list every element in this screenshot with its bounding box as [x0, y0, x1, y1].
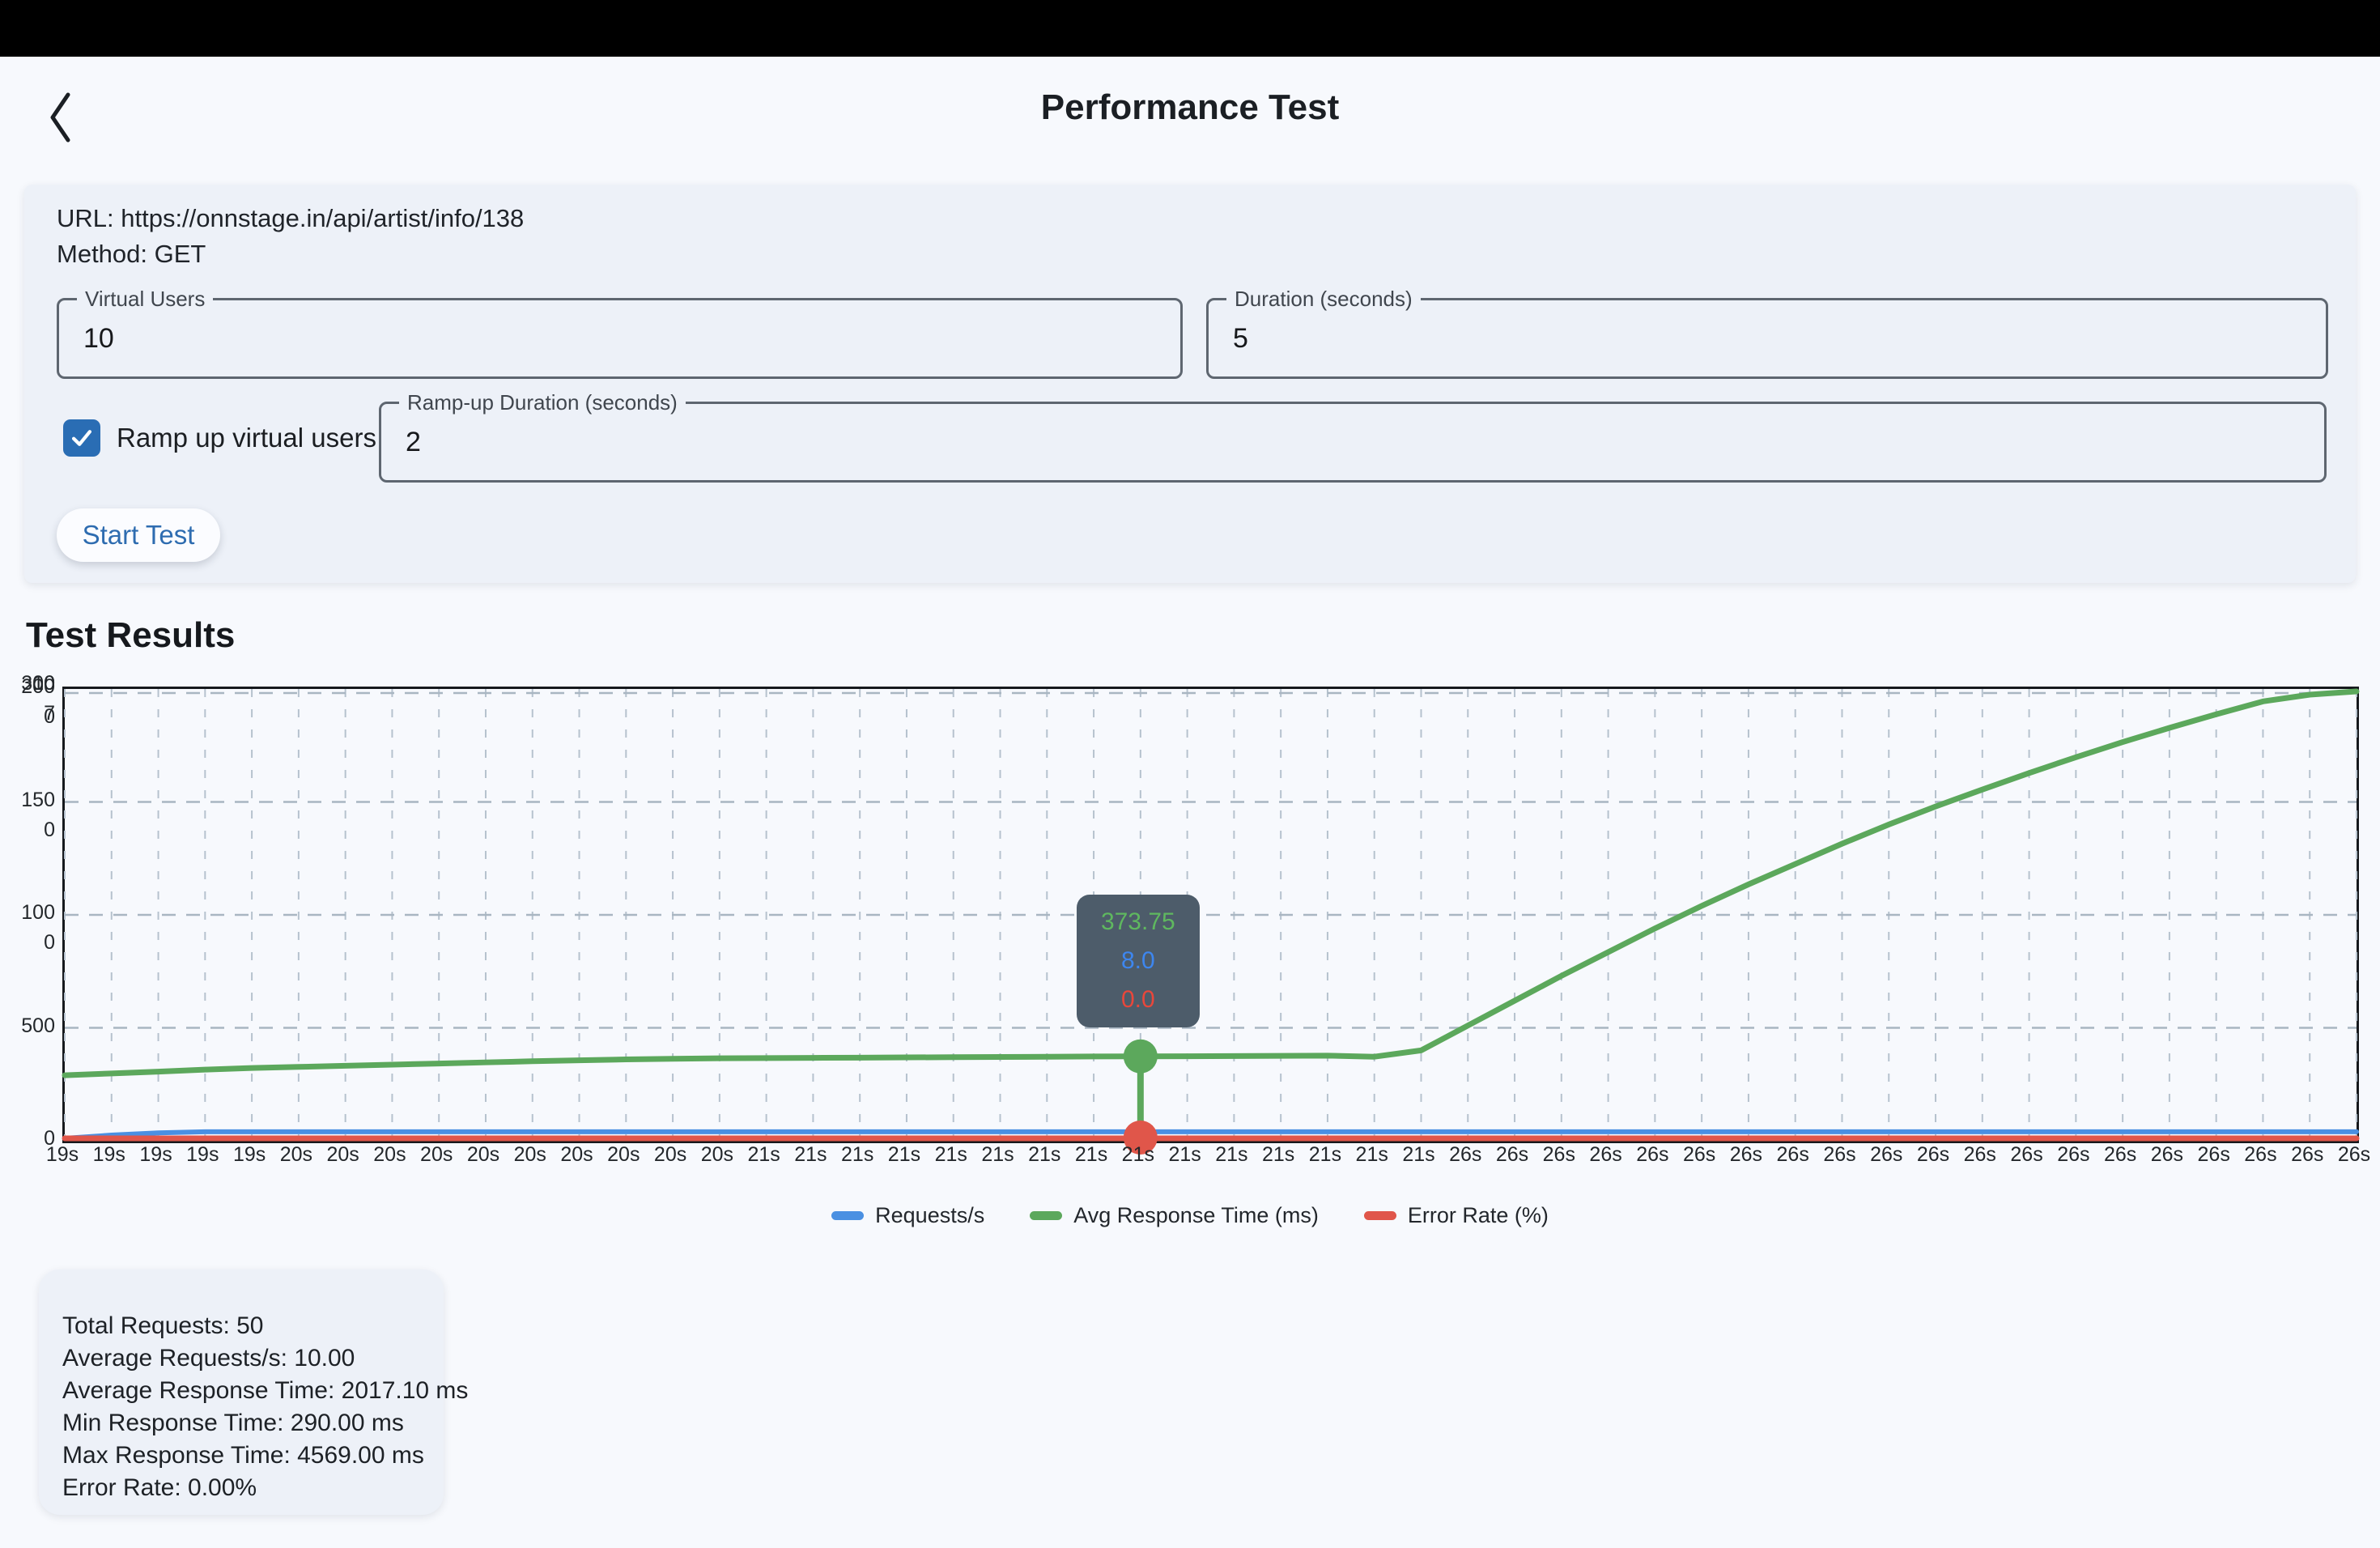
summary-line: Max Response Time: 4569.00 ms — [62, 1440, 421, 1472]
tooltip-value: 373.75 — [1101, 908, 1175, 936]
duration-label: Duration (seconds) — [1226, 287, 1421, 312]
start-test-button[interactable]: Start Test — [57, 508, 220, 562]
ramp-up-checkbox-label[interactable]: Ramp up virtual users — [117, 419, 376, 457]
performance-test-screen: Performance Test URL: https://onnstage.i… — [0, 0, 2380, 1548]
test-config-card: URL: https://onnstage.in/api/artist/info… — [24, 185, 2356, 583]
duration-value: 5 — [1233, 300, 1248, 376]
ramp-up-checkbox[interactable] — [63, 419, 100, 457]
chart-x-axis: 19s19s19s19s19s20s20s20s20s20s20s20s20s2… — [62, 1143, 2354, 1171]
y-axis-tick: 1500 — [0, 785, 55, 845]
url-text: URL: https://onnstage.in/api/artist/info… — [57, 204, 524, 233]
y-axis-tick: 500 — [0, 1011, 55, 1041]
summary-line: Min Response Time: 290.00 ms — [62, 1407, 421, 1440]
performance-chart[interactable] — [62, 687, 2359, 1143]
chart-legend: Requests/s Avg Response Time (ms) Error Ra… — [0, 1203, 2380, 1228]
legend-item: Error Rate (%) — [1364, 1203, 1549, 1228]
legend-swatch — [831, 1211, 864, 1220]
x-axis-tick: 26s — [2318, 1143, 2380, 1167]
legend-label: Avg Response Time (ms) — [1073, 1203, 1319, 1228]
virtual-users-value: 10 — [83, 300, 114, 376]
virtual-users-input[interactable]: Virtual Users 10 — [57, 298, 1183, 379]
chart-plot[interactable] — [65, 689, 2357, 1141]
duration-input[interactable]: Duration (seconds) 5 — [1206, 298, 2328, 379]
chart-tooltip: 373.75 8.0 0.0 — [1077, 895, 1200, 1027]
y-axis-tick: 1000 — [0, 898, 55, 958]
y-axis-tick: 2000300107 — [0, 672, 55, 732]
ramp-up-duration-value: 2 — [406, 404, 421, 480]
legend-label: Requests/s — [875, 1203, 984, 1228]
results-heading: Test Results — [26, 615, 235, 656]
summary-line: Error Rate: 0.00% — [62, 1472, 421, 1504]
legend-swatch — [1030, 1211, 1062, 1220]
summary-line: Average Response Time: 2017.10 ms — [62, 1375, 421, 1407]
legend-swatch — [1364, 1211, 1396, 1220]
checkmark-icon — [68, 424, 96, 452]
page-title: Performance Test — [0, 87, 2380, 128]
legend-item: Avg Response Time (ms) — [1030, 1203, 1319, 1228]
method-text: Method: GET — [57, 240, 206, 269]
status-bar — [0, 0, 2380, 57]
ramp-up-duration-label: Ramp-up Duration (seconds) — [399, 390, 686, 415]
legend-label: Error Rate (%) — [1408, 1203, 1549, 1228]
results-summary-card: Total Requests: 50Average Requests/s: 10… — [39, 1269, 444, 1515]
chart-y-axis: 2000300107150010005000 — [0, 687, 55, 1138]
ramp-up-duration-input[interactable]: Ramp-up Duration (seconds) 2 — [379, 402, 2327, 483]
summary-line: Average Requests/s: 10.00 — [62, 1342, 421, 1375]
tooltip-value: 8.0 — [1121, 947, 1155, 975]
tooltip-value: 0.0 — [1121, 986, 1155, 1014]
summary-line: Total Requests: 50 — [62, 1310, 421, 1342]
app-header: Performance Test — [0, 57, 2380, 178]
legend-item: Requests/s — [831, 1203, 984, 1228]
